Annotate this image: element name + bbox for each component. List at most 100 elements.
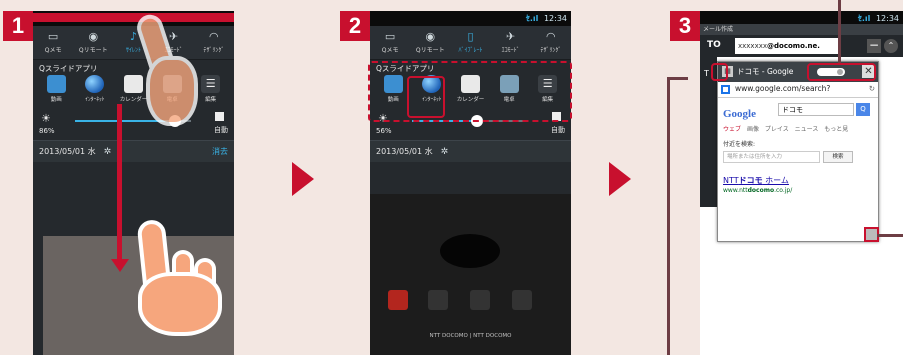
auto-checkbox[interactable]: [215, 112, 224, 121]
browser-tab-title: ドコモ - Google: [737, 67, 794, 76]
toggle-qmemo[interactable]: ▭ Qメモ: [371, 30, 409, 59]
wallpaper-character: [440, 234, 500, 268]
search-button[interactable]: Q: [856, 103, 870, 116]
clear-button[interactable]: 消去: [212, 141, 228, 162]
slider-close-highlight: [807, 63, 876, 81]
app-icon[interactable]: [470, 290, 490, 310]
qslide-apps: 動画 ｲﾝﾀｰﾈｯﾄ カレンダー 電卓 ☰編集: [33, 74, 234, 110]
toggle-qmemo[interactable]: ▭ Qメモ: [34, 30, 72, 59]
nearby-label: 付近を検索:: [723, 141, 756, 148]
carrier-label: NTT DOCOMO | NTT DOCOMO: [429, 333, 512, 339]
next-arrow-icon: [609, 162, 631, 196]
status-bar[interactable]: ｾ.ıl 12:34: [370, 11, 571, 26]
toggle-tethering[interactable]: ◠ ﾃｻﾞﾘﾝｸﾞ: [532, 30, 570, 59]
chevron-up-icon[interactable]: ⌃: [884, 39, 898, 53]
search-tabs: ウェブ 画像 プレイス ニュース もっと見: [723, 124, 873, 133]
qmemo-icon: ▭: [384, 30, 396, 43]
callout-line: [667, 77, 670, 355]
callout-line: [668, 77, 688, 80]
google-logo: Google: [723, 108, 756, 120]
favicon-icon: [721, 85, 730, 94]
app-icon[interactable]: [428, 290, 448, 310]
auto-label: 自動: [214, 126, 228, 134]
grid-highlight: [711, 63, 728, 81]
wifi-icon: ◠: [546, 30, 556, 43]
edit-icon: ☰: [201, 75, 221, 93]
callout-line: [838, 0, 841, 63]
calendar-icon: [123, 75, 143, 93]
date-bar: 2013/05/01 水 ✲: [370, 140, 571, 162]
qslide-highlight: [368, 61, 572, 122]
url-bar[interactable]: www.google.com/search? ↻: [718, 82, 878, 98]
hand-swipe-icon: [136, 218, 222, 340]
qslide-title: Qスライドアプリ: [39, 64, 98, 73]
globe-icon: [85, 75, 105, 93]
vibrate-icon: ▯: [467, 30, 474, 43]
refresh-icon[interactable]: ↻: [869, 84, 875, 93]
toggle-eco[interactable]: ✈ ｴｺﾓｰﾄﾞ: [492, 30, 530, 59]
signal-icon: ｾ.ıl: [525, 14, 539, 23]
video-icon: [46, 75, 66, 93]
tab-news[interactable]: ニュース: [795, 126, 819, 133]
toggle-qremote[interactable]: ◉ Qリモート: [411, 30, 449, 59]
toggle-tethering[interactable]: ◠ ﾃｻﾞﾘﾝｸﾞ: [195, 30, 233, 59]
to-label: TO: [707, 40, 721, 50]
location-search-button[interactable]: 検索: [823, 151, 853, 163]
to-row: TO xxxxxxx@docomo.ne. − ⌃: [700, 35, 903, 57]
wifi-icon: ◠: [209, 30, 219, 43]
google-search-row: Google ドコモ Q: [723, 102, 873, 120]
gear-icon[interactable]: ✲: [441, 147, 449, 157]
minus-button[interactable]: −: [867, 39, 881, 53]
home-screen: NTT DOCOMO | NTT DOCOMO: [370, 194, 571, 355]
brightness-percent: 86%: [39, 127, 55, 135]
step-3-badge: 3: [670, 11, 700, 41]
compose-title: メール作成: [700, 24, 903, 35]
tab-web[interactable]: ウェブ: [723, 126, 741, 133]
next-arrow-icon: [292, 162, 314, 196]
auto-label: 自動: [551, 126, 565, 134]
app-internet[interactable]: ｲﾝﾀｰﾈｯﾄ: [78, 75, 112, 110]
qslide-browser-window[interactable]: ▦ ドコモ - Google ✕ www.google.com/search? …: [717, 61, 879, 242]
date-bar: 2013/05/01 水 ✲ 消去: [33, 140, 234, 162]
url-text: www.google.com/search?: [735, 84, 831, 93]
qremote-icon: ◉: [88, 30, 99, 43]
tab-places[interactable]: プレイス: [765, 126, 789, 133]
gear-icon[interactable]: ✲: [104, 147, 112, 157]
status-time: 12:34: [543, 14, 567, 23]
browser-content: Google ドコモ Q ウェブ 画像 プレイス ニュース もっと見 付近を検索…: [718, 98, 878, 198]
step-1-badge: 1: [3, 11, 33, 41]
result-link[interactable]: NTTドコモ ホーム: [723, 175, 873, 186]
location-input[interactable]: 場所または住所を入力: [723, 151, 820, 163]
step-2-badge: 2: [340, 11, 370, 41]
qmemo-icon: ▭: [47, 30, 59, 43]
app-edit[interactable]: ☰ 編集: [194, 75, 228, 110]
quick-toggles: ▭ Qメモ ◉ Qリモート ♪ ｻｲﾚﾝﾄ ✈ ｴｺﾓｰﾄﾞ ◠ ﾃｻﾞﾘﾝｸﾞ: [33, 26, 234, 60]
qremote-icon: ◉: [425, 30, 436, 43]
quick-toggles: ▭ Qメモ ◉ Qリモート ▯ ﾊﾞｲﾌﾞﾚｰﾄ ✈ ｴｺﾓｰﾄﾞ ◠ ﾃｻﾞﾘﾝｸﾞ: [370, 26, 571, 60]
status-bar-highlight: [33, 13, 234, 22]
signal-icon: ｾ.ıl: [857, 14, 871, 23]
result-url: www.nttdocomo.co.jp/: [723, 187, 793, 194]
date-text: 2013/05/01 水: [376, 147, 433, 156]
search-input[interactable]: ドコモ: [778, 103, 854, 116]
brightness-row: ☀ 86% 自動: [33, 110, 234, 140]
tab-more[interactable]: もっと見: [824, 126, 848, 133]
hand-pointer-icon: [133, 11, 198, 134]
app-icon[interactable]: [512, 290, 532, 310]
eco-icon: ✈: [506, 30, 516, 43]
drag-arrow-icon: [111, 259, 129, 272]
toggle-vibrate[interactable]: ▯ ﾊﾞｲﾌﾞﾚｰﾄ: [451, 30, 489, 59]
date-text: 2013/05/01 水: [39, 147, 96, 156]
app-video[interactable]: 動画: [39, 75, 73, 110]
address-field[interactable]: xxxxxxx@docomo.ne.: [735, 38, 838, 54]
toggle-qremote[interactable]: ◉ Qリモート: [74, 30, 112, 59]
status-time: 12:34: [875, 14, 899, 23]
app-icon[interactable]: [388, 290, 408, 310]
internet-highlight: [407, 76, 445, 118]
tab-images[interactable]: 画像: [747, 126, 759, 133]
brightness-icon: ☀: [41, 112, 51, 125]
callout-line: [877, 234, 903, 237]
location-row: 場所または住所を入力 検索: [723, 151, 873, 163]
drag-line: [117, 104, 122, 264]
brightness-percent: 56%: [376, 127, 392, 135]
